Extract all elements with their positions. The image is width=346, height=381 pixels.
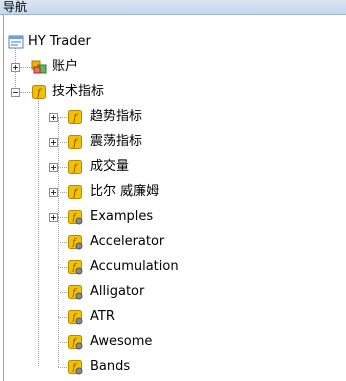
expand-folder-toggle[interactable] — [49, 163, 58, 172]
expand-folder-toggle[interactable] — [49, 213, 58, 222]
tree-label-indicator: Accumulation — [90, 259, 179, 274]
expand-folder-toggle[interactable] — [49, 188, 58, 197]
custom-indicator-folder-icon: f — [68, 210, 83, 225]
tree-label-folder: 比尔 威廉姆 — [90, 184, 160, 199]
custom-indicator-icon: f — [68, 260, 83, 275]
custom-indicator-icon: f — [68, 360, 83, 375]
expand-folder-toggle[interactable] — [49, 138, 58, 147]
tree-label-folder: Examples — [90, 209, 154, 224]
expand-folder-toggle[interactable] — [49, 113, 58, 122]
tree-line — [58, 292, 67, 293]
tree-label-folder: 趋势指标 — [90, 109, 143, 124]
navigator-title: 导航 — [3, 0, 28, 14]
terminal-icon — [8, 35, 24, 49]
custom-indicator-icon: f — [68, 235, 83, 250]
tree-label-indicator: Alligator — [90, 284, 145, 299]
tree-label-indicator: Awesome — [90, 334, 153, 349]
tree-line — [58, 342, 67, 343]
custom-indicator-icon: f — [68, 335, 83, 350]
tree-label-accounts: 账户 — [52, 59, 79, 74]
accounts-icon — [31, 60, 47, 74]
tree-label-folder: 成交量 — [90, 159, 130, 174]
tree-line-items — [58, 117, 59, 367]
custom-indicator-icon: f — [68, 310, 83, 325]
tree-label-root: HY Trader — [28, 34, 91, 49]
tree-line — [58, 267, 67, 268]
tree-label-indicator: Accelerator — [90, 234, 165, 249]
indicator-folder-icon: f — [68, 185, 82, 199]
indicator-folder-icon: f — [68, 135, 82, 149]
tree-label-indicator: Bands — [90, 359, 131, 374]
custom-indicator-icon: f — [68, 285, 83, 300]
collapse-indicators-toggle[interactable] — [11, 88, 20, 97]
navigator-tree[interactable]: HY Trader 账户 f 技术指标 f 趋势指标 f 震荡指标 f 成交量 … — [3, 15, 346, 381]
navigator-title-bar: 导航 — [0, 0, 346, 15]
expand-account-toggle[interactable] — [11, 63, 20, 72]
indicator-folder-icon: f — [68, 110, 82, 124]
tree-line — [58, 317, 67, 318]
tree-line — [58, 367, 67, 368]
tree-line-indicators — [38, 98, 39, 366]
indicator-folder-icon: f — [68, 160, 82, 174]
indicator-folder-icon: f — [32, 85, 46, 99]
tree-line — [58, 242, 67, 243]
tree-label-indicators: 技术指标 — [52, 84, 105, 99]
tree-label-folder: 震荡指标 — [90, 134, 143, 149]
tree-label-indicator: ATR — [90, 309, 115, 324]
